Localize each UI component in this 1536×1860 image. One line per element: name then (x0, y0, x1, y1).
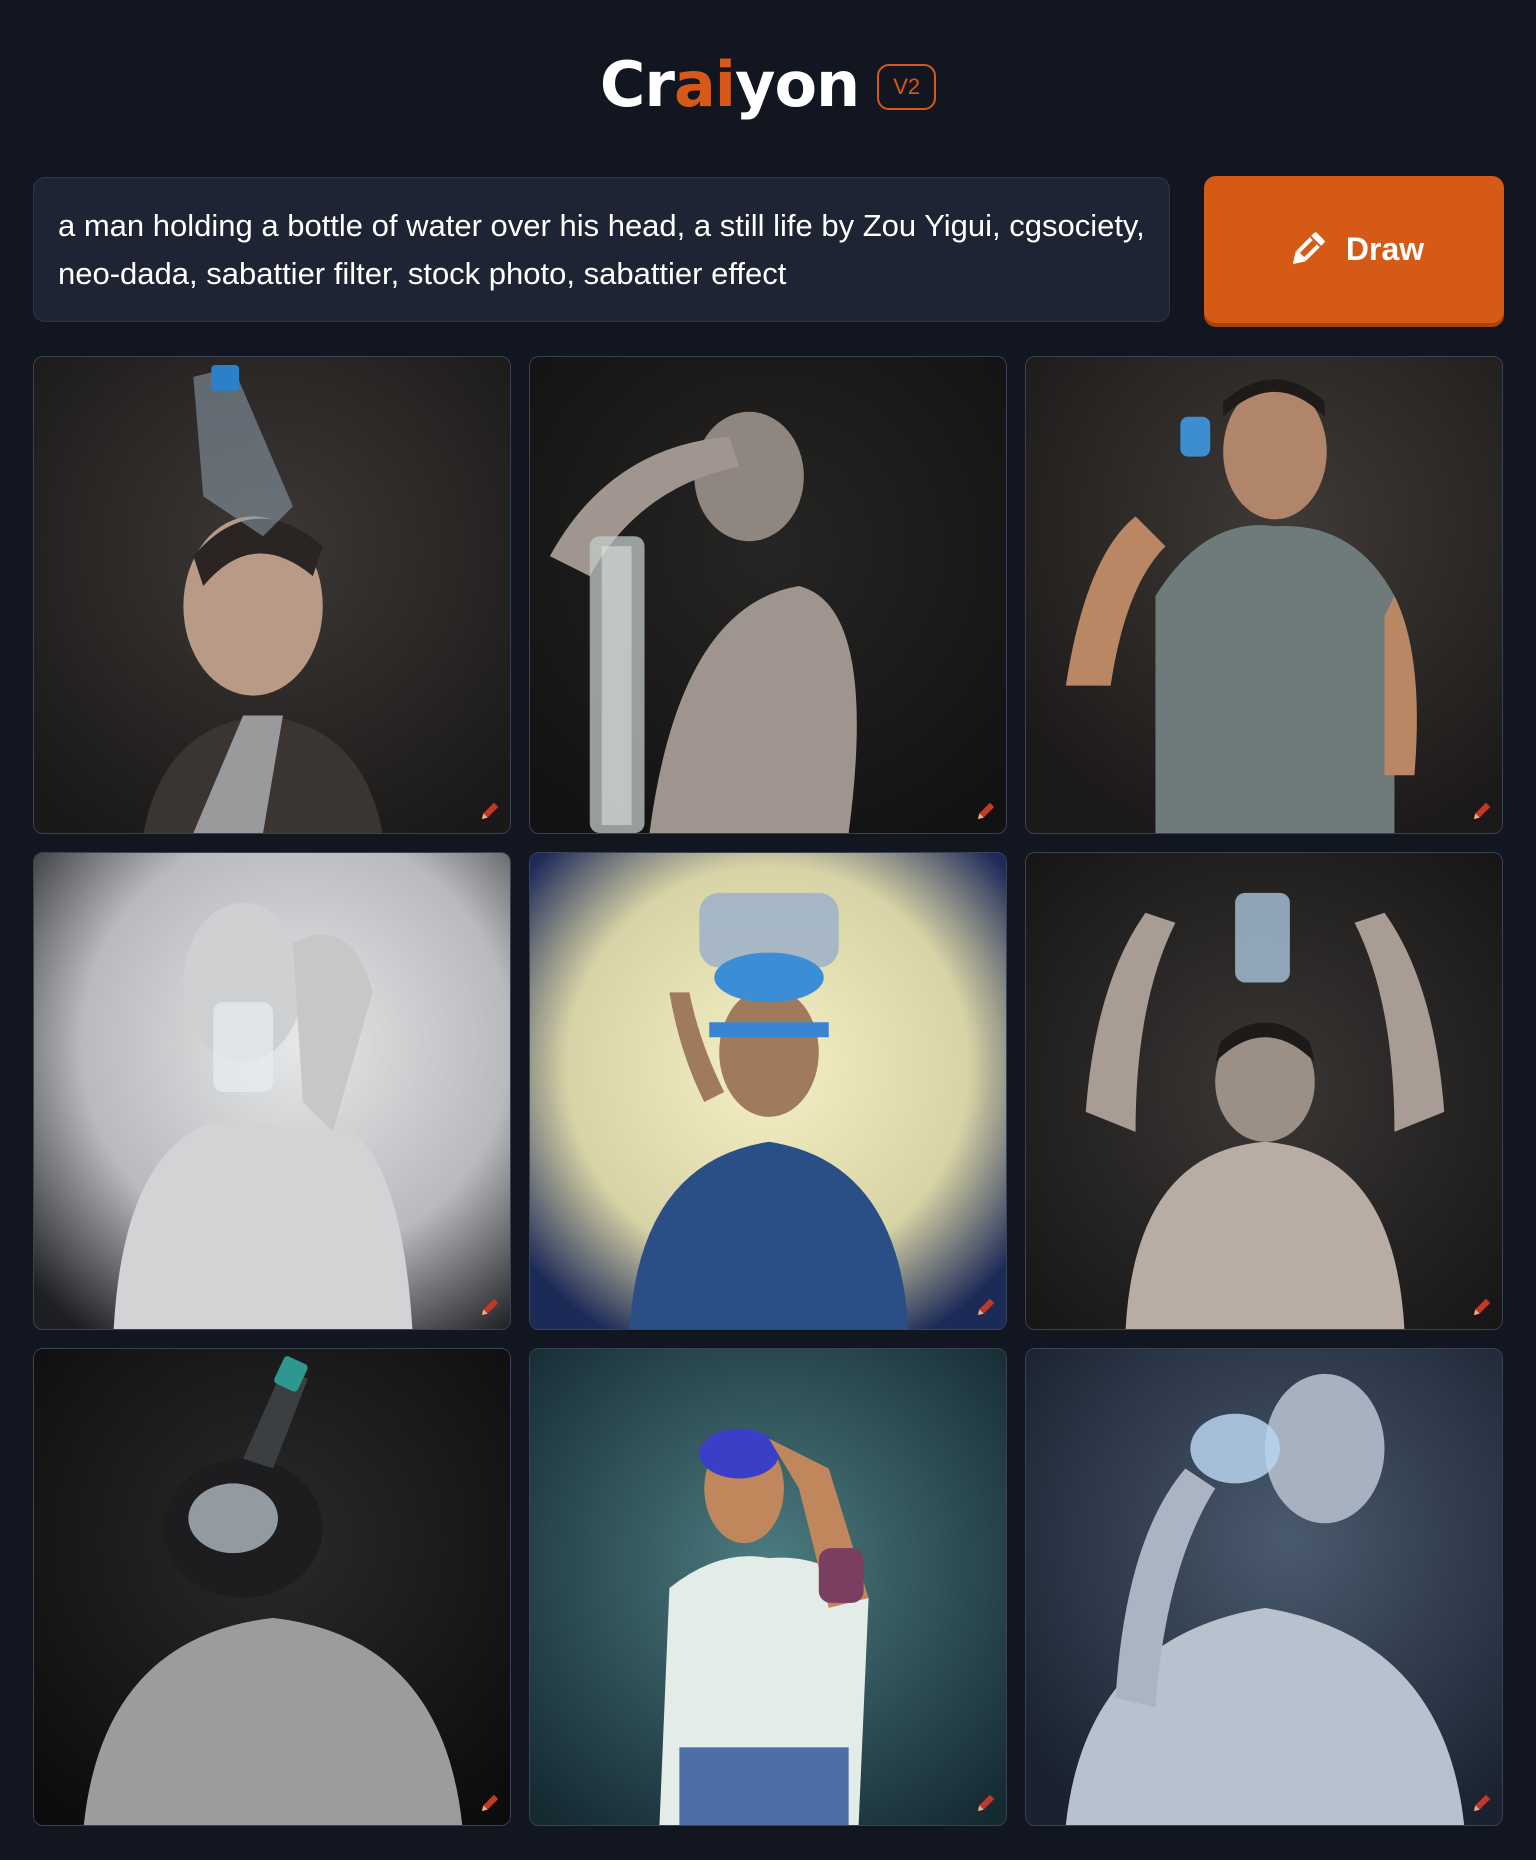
result-image-8[interactable] (529, 1348, 1007, 1826)
pencil-icon (1284, 227, 1330, 273)
result-image-5-art (530, 853, 1006, 1329)
logo-text-accent: ai (673, 48, 736, 121)
logo[interactable]: Craiyon (600, 54, 860, 116)
result-image-3-art (1026, 357, 1502, 833)
result-image-7-art (34, 1349, 510, 1825)
pencil-icon[interactable] (1470, 801, 1492, 823)
logo-text-start: Cr (599, 48, 675, 121)
craiyon-page: Craiyon V2 a man holding a bottle of wat… (0, 0, 1536, 1860)
result-image-2-art (530, 357, 1006, 833)
result-image-9-art (1026, 1349, 1502, 1825)
result-image-2[interactable] (529, 356, 1007, 834)
prompt-text: a man holding a bottle of water over his… (58, 208, 1145, 291)
pencil-icon[interactable] (478, 801, 500, 823)
result-image-4[interactable] (33, 852, 511, 1330)
result-image-7[interactable] (33, 1348, 511, 1826)
pencil-icon[interactable] (1470, 1793, 1492, 1815)
prompt-input[interactable]: a man holding a bottle of water over his… (33, 177, 1170, 322)
result-image-4-art (34, 853, 510, 1329)
pencil-icon[interactable] (1470, 1297, 1492, 1319)
result-image-9[interactable] (1025, 1348, 1503, 1826)
result-image-3[interactable] (1025, 356, 1503, 834)
draw-button-label: Draw (1345, 231, 1425, 267)
pencil-icon[interactable] (974, 1793, 996, 1815)
result-image-1[interactable] (33, 356, 511, 834)
pencil-icon[interactable] (478, 1297, 500, 1319)
pencil-icon[interactable] (478, 1793, 500, 1815)
pencil-icon[interactable] (974, 1297, 996, 1319)
pencil-icon[interactable] (974, 801, 996, 823)
result-image-8-art (530, 1349, 1006, 1825)
header: Craiyon V2 (0, 40, 1536, 130)
logo-text-end: yon (735, 48, 860, 121)
result-image-5[interactable] (529, 852, 1007, 1330)
version-badge: V2 (877, 64, 937, 110)
result-image-6-art (1026, 853, 1502, 1329)
results-grid (33, 356, 1504, 1826)
result-image-1-art (34, 357, 510, 833)
result-image-6[interactable] (1025, 852, 1503, 1330)
draw-button[interactable]: Draw (1204, 176, 1504, 323)
